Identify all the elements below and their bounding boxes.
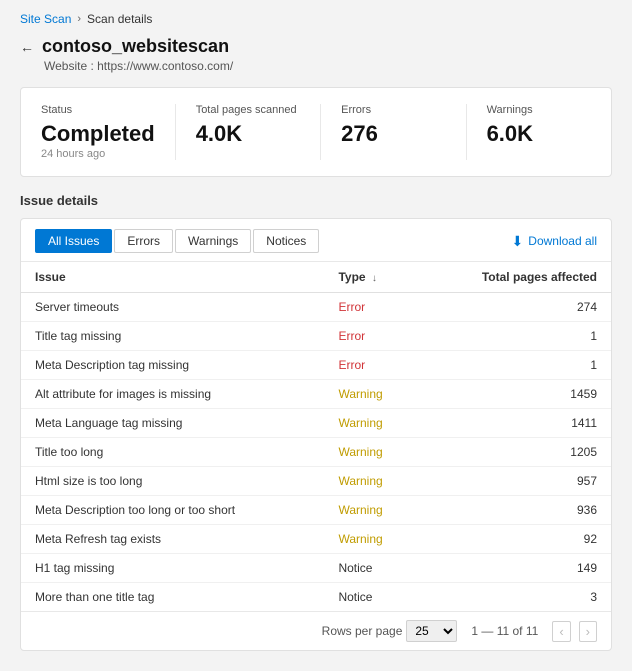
table-row: Server timeouts Error 274: [21, 293, 611, 322]
col-pages: Total pages affected: [421, 262, 611, 293]
cell-pages: 936: [421, 496, 611, 525]
stats-card: Status Completed 24 hours ago Total page…: [20, 87, 612, 177]
cell-type: Notice: [324, 554, 420, 583]
prev-page-button[interactable]: ‹: [552, 621, 570, 642]
cell-pages: 274: [421, 293, 611, 322]
stat-warnings-label: Warnings: [487, 104, 591, 116]
cell-type: Warning: [324, 467, 420, 496]
table-header-row: Issue Type ↓ Total pages affected: [21, 262, 611, 293]
issues-table: Issue Type ↓ Total pages affected Server…: [21, 262, 611, 611]
section-label: Issue details: [20, 193, 612, 208]
cell-issue: Title too long: [21, 438, 324, 467]
subtitle: Website : https://www.contoso.com/: [44, 59, 612, 73]
issues-header: All Issues Errors Warnings Notices ⬇ Dow…: [21, 219, 611, 262]
pagination: Rows per page 25 50 100 1 — 11 of 11 ‹ ›: [21, 611, 611, 650]
cell-type: Error: [324, 351, 420, 380]
cell-type: Warning: [324, 496, 420, 525]
tab-group: All Issues Errors Warnings Notices: [35, 229, 319, 253]
cell-pages: 1411: [421, 409, 611, 438]
breadcrumb-parent[interactable]: Site Scan: [20, 12, 71, 26]
cell-pages: 1: [421, 351, 611, 380]
issues-card: All Issues Errors Warnings Notices ⬇ Dow…: [20, 218, 612, 651]
table-row: Html size is too long Warning 957: [21, 467, 611, 496]
table-row: More than one title tag Notice 3: [21, 583, 611, 612]
cell-type: Error: [324, 293, 420, 322]
download-icon: ⬇: [512, 233, 524, 250]
page-info: 1 — 11 of 11: [471, 624, 538, 638]
breadcrumb-separator: ›: [77, 13, 81, 25]
cell-pages: 1: [421, 322, 611, 351]
download-all-button[interactable]: ⬇ Download all: [512, 233, 597, 250]
cell-pages: 1459: [421, 380, 611, 409]
cell-type: Error: [324, 322, 420, 351]
table-row: Title tag missing Error 1: [21, 322, 611, 351]
stat-errors: Errors 276: [341, 104, 466, 160]
next-page-button[interactable]: ›: [579, 621, 597, 642]
stat-errors-value: 276: [341, 122, 445, 146]
breadcrumb-current: Scan details: [87, 12, 152, 26]
cell-pages: 92: [421, 525, 611, 554]
back-row: ← contoso_websitescan: [20, 36, 612, 57]
cell-issue: More than one title tag: [21, 583, 324, 612]
cell-type: Notice: [324, 583, 420, 612]
stat-pages: Total pages scanned 4.0K: [196, 104, 321, 160]
rows-per-page-select[interactable]: 25 50 100: [406, 620, 457, 642]
table-row: Meta Description tag missing Error 1: [21, 351, 611, 380]
table-row: Meta Refresh tag exists Warning 92: [21, 525, 611, 554]
cell-issue: Html size is too long: [21, 467, 324, 496]
cell-pages: 149: [421, 554, 611, 583]
cell-pages: 1205: [421, 438, 611, 467]
stat-status-sub: 24 hours ago: [41, 148, 155, 160]
cell-type: Warning: [324, 438, 420, 467]
stat-pages-label: Total pages scanned: [196, 104, 300, 116]
table-row: Alt attribute for images is missing Warn…: [21, 380, 611, 409]
cell-type: Warning: [324, 380, 420, 409]
cell-issue: Server timeouts: [21, 293, 324, 322]
cell-issue: Meta Refresh tag exists: [21, 525, 324, 554]
cell-pages: 3: [421, 583, 611, 612]
stat-warnings-value: 6.0K: [487, 122, 591, 146]
stat-pages-value: 4.0K: [196, 122, 300, 146]
cell-issue: Meta Language tag missing: [21, 409, 324, 438]
table-row: Meta Description too long or too short W…: [21, 496, 611, 525]
table-row: H1 tag missing Notice 149: [21, 554, 611, 583]
back-arrow[interactable]: ←: [20, 39, 34, 55]
breadcrumb: Site Scan › Scan details: [20, 12, 612, 26]
sort-icon: ↓: [372, 273, 377, 284]
download-label: Download all: [528, 234, 597, 248]
table-row: Meta Language tag missing Warning 1411: [21, 409, 611, 438]
stat-warnings: Warnings 6.0K: [487, 104, 591, 160]
table-row: Title too long Warning 1205: [21, 438, 611, 467]
tab-all-issues[interactable]: All Issues: [35, 229, 112, 253]
cell-type: Warning: [324, 525, 420, 554]
rows-per-page: Rows per page 25 50 100: [322, 620, 458, 642]
page-title: contoso_websitescan: [42, 36, 229, 57]
cell-issue: Title tag missing: [21, 322, 324, 351]
tab-errors[interactable]: Errors: [114, 229, 173, 253]
stat-status-label: Status: [41, 104, 155, 116]
cell-pages: 957: [421, 467, 611, 496]
rows-per-page-label: Rows per page: [322, 624, 403, 638]
issues-table-wrapper: Issue Type ↓ Total pages affected Server…: [21, 262, 611, 611]
stat-status: Status Completed 24 hours ago: [41, 104, 176, 160]
cell-issue: Meta Description tag missing: [21, 351, 324, 380]
cell-issue: Alt attribute for images is missing: [21, 380, 324, 409]
cell-type: Warning: [324, 409, 420, 438]
tab-notices[interactable]: Notices: [253, 229, 319, 253]
col-type[interactable]: Type ↓: [324, 262, 420, 293]
cell-issue: H1 tag missing: [21, 554, 324, 583]
col-issue: Issue: [21, 262, 324, 293]
stat-errors-label: Errors: [341, 104, 445, 116]
cell-issue: Meta Description too long or too short: [21, 496, 324, 525]
stat-status-value: Completed: [41, 122, 155, 146]
tab-warnings[interactable]: Warnings: [175, 229, 251, 253]
